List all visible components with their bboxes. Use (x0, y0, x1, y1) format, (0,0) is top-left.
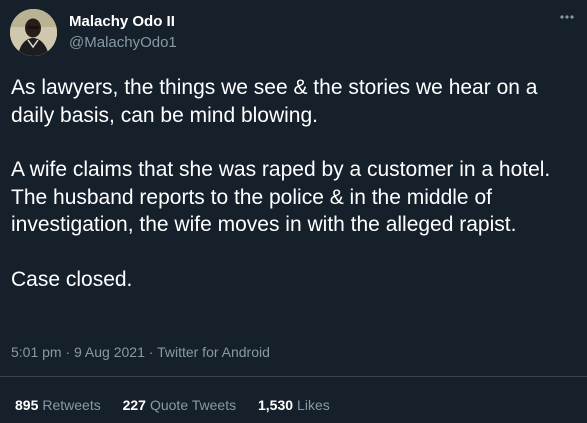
tweet-paragraph: Case closed. (11, 267, 133, 291)
divider (0, 376, 587, 377)
tweet-paragraph: A wife claims that she was raped by a cu… (11, 158, 551, 236)
retweets-count: 895 (15, 397, 39, 413)
tweet-paragraph: As lawyers, the things we see & the stor… (11, 76, 538, 127)
more-horizontal-icon (560, 15, 574, 19)
author-name[interactable]: Malachy Odo II (69, 13, 175, 31)
retweets-label: Retweets (42, 397, 101, 413)
quote-tweets-count: 227 (122, 397, 146, 413)
tweet-timestamp[interactable]: 5:01 pm · 9 Aug 2021 · Twitter for Andro… (11, 343, 270, 361)
tweet-card: Malachy Odo II @MalachyOdo1 As lawyers, … (0, 0, 587, 423)
likes-count: 1,530 (258, 397, 294, 413)
profile-photo (10, 9, 57, 56)
more-options-icon[interactable] (557, 12, 577, 30)
quote-tweets-stat[interactable]: 227 Quote Tweets (123, 397, 237, 413)
retweets-stat[interactable]: 895 Retweets (15, 397, 101, 413)
likes-stat[interactable]: 1,530 Likes (258, 397, 330, 413)
author-handle[interactable]: @MalachyOdo1 (69, 34, 177, 52)
avatar[interactable] (10, 9, 57, 56)
tweet-stats: 895 Retweets 227 Quote Tweets 1,530 Likes (15, 396, 348, 414)
likes-label: Likes (297, 397, 330, 413)
quote-tweets-label: Quote Tweets (149, 397, 237, 413)
tweet-text: As lawyers, the things we see & the stor… (11, 74, 571, 320)
